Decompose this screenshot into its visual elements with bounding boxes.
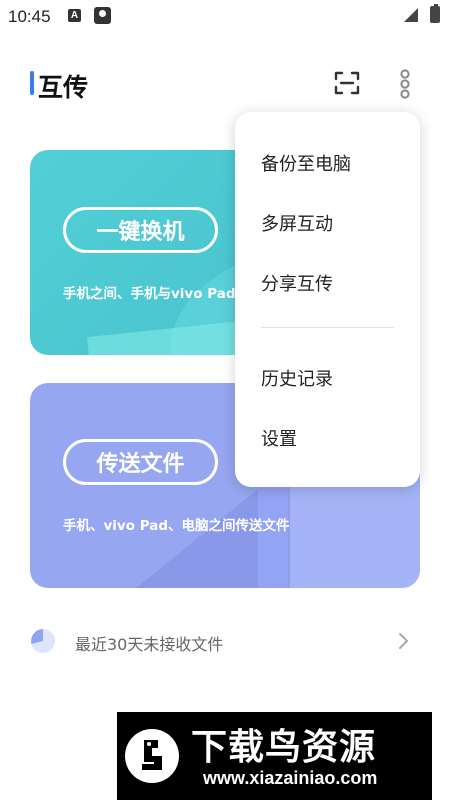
menu-item-share[interactable]: 分享互传 <box>261 270 333 296</box>
pie-chart-icon <box>31 629 55 653</box>
chevron-right-icon <box>399 633 408 649</box>
phone-switch-description: 手机之间、手机与vivo Pad <box>63 286 236 302</box>
status-bar: 10:45 A <box>0 0 450 32</box>
page-title: 互传 <box>38 73 89 102</box>
battery-icon <box>430 4 440 23</box>
watermark: 下载鸟资源 www.xiazainiao.com <box>117 712 432 800</box>
watermark-url: www.xiazainiao.com <box>203 768 378 788</box>
a-letter-icon: A <box>68 9 81 22</box>
overflow-menu: 备份至电脑 多屏互动 分享互传 历史记录 设置 <box>235 112 420 487</box>
scan-button[interactable] <box>334 71 360 95</box>
menu-item-settings[interactable]: 设置 <box>261 425 297 451</box>
more-options-button[interactable] <box>397 69 413 99</box>
recent-files-row[interactable]: 最近30天未接收文件 <box>30 625 420 657</box>
status-time: 10:45 <box>8 7 51 26</box>
phone-switch-button[interactable]: 一键换机 <box>63 207 218 253</box>
file-transfer-description: 手机、vivo Pad、电脑之间传送文件 <box>63 518 290 534</box>
menu-item-history[interactable]: 历史记录 <box>261 365 333 391</box>
menu-divider <box>261 327 394 328</box>
file-transfer-button[interactable]: 传送文件 <box>63 439 218 485</box>
more-vertical-icon <box>400 69 410 99</box>
recent-files-text: 最近30天未接收文件 <box>75 635 224 654</box>
bird-logo-icon <box>125 729 179 783</box>
menu-item-multi-screen[interactable]: 多屏互动 <box>261 210 333 236</box>
title-accent-bar <box>30 71 34 95</box>
scan-icon <box>334 71 360 95</box>
watermark-title: 下载鸟资源 <box>191 727 377 768</box>
signal-icon <box>404 8 418 22</box>
map-pin-icon <box>94 7 111 24</box>
menu-item-backup-to-pc[interactable]: 备份至电脑 <box>261 150 351 176</box>
